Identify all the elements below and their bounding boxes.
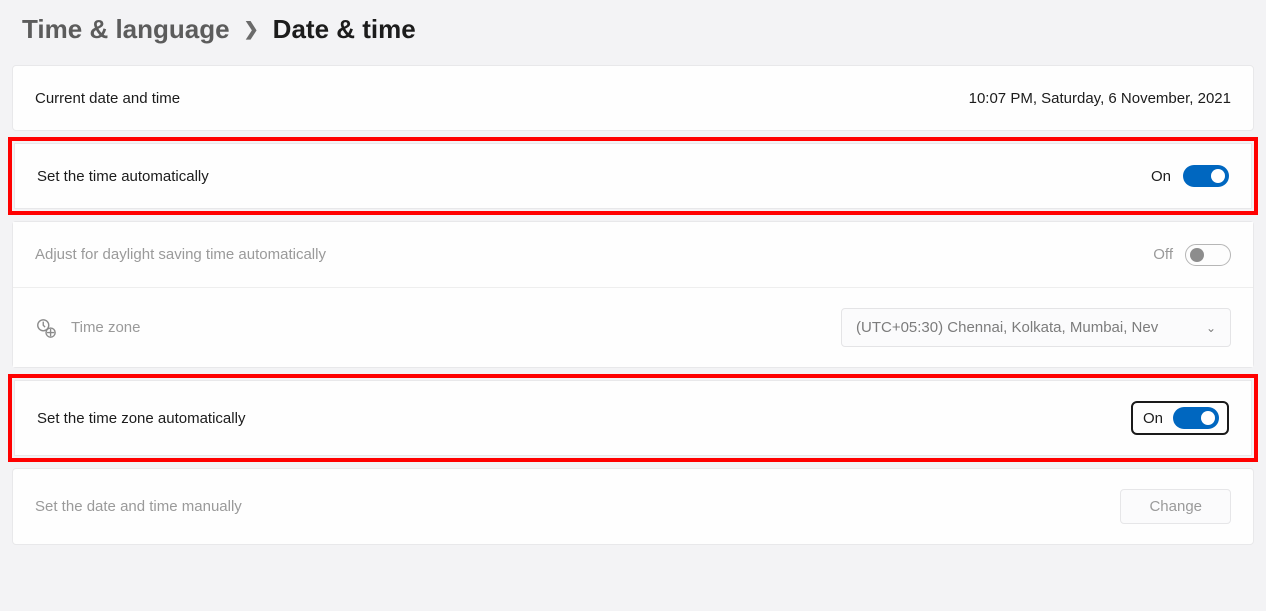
auto-time-row: Set the time automatically On xyxy=(14,143,1252,209)
current-datetime-value: 10:07 PM, Saturday, 6 November, 2021 xyxy=(969,90,1231,107)
dst-control: Off xyxy=(1153,244,1231,266)
timezone-row: Time zone (UTC+05:30) Chennai, Kolkata, … xyxy=(13,288,1253,367)
dst-label: Adjust for daylight saving time automati… xyxy=(35,246,326,263)
auto-timezone-label: Set the time zone automatically xyxy=(37,410,245,427)
highlight-auto-time: Set the time automatically On xyxy=(8,137,1258,215)
timezone-selected-value: (UTC+05:30) Chennai, Kolkata, Mumbai, Ne… xyxy=(856,319,1158,336)
current-datetime-label: Current date and time xyxy=(35,90,180,107)
auto-time-control: On xyxy=(1151,165,1229,187)
auto-time-state: On xyxy=(1151,168,1171,185)
chevron-right-icon: ❯ xyxy=(244,19,259,40)
auto-time-toggle[interactable] xyxy=(1183,165,1229,187)
auto-timezone-focus: On xyxy=(1131,401,1229,435)
chevron-down-icon: ⌄ xyxy=(1206,321,1216,335)
manual-row: Set the date and time manually Change xyxy=(12,468,1254,545)
timezone-select: (UTC+05:30) Chennai, Kolkata, Mumbai, Ne… xyxy=(841,308,1231,347)
breadcrumb: Time & language ❯ Date & time xyxy=(0,0,1266,65)
change-button: Change xyxy=(1120,489,1231,524)
dst-state: Off xyxy=(1153,246,1173,263)
auto-timezone-row: Set the time zone automatically On xyxy=(14,380,1252,456)
manual-label: Set the date and time manually xyxy=(35,498,242,515)
auto-time-label: Set the time automatically xyxy=(37,168,209,185)
dst-timezone-group: Adjust for daylight saving time automati… xyxy=(12,221,1254,368)
dst-row: Adjust for daylight saving time automati… xyxy=(13,222,1253,288)
auto-timezone-toggle[interactable] xyxy=(1173,407,1219,429)
auto-timezone-state: On xyxy=(1143,410,1163,427)
globe-clock-icon xyxy=(35,317,57,339)
breadcrumb-current: Date & time xyxy=(273,14,416,45)
timezone-label: Time zone xyxy=(71,319,140,336)
dst-toggle xyxy=(1185,244,1231,266)
current-datetime-row: Current date and time 10:07 PM, Saturday… xyxy=(12,65,1254,131)
breadcrumb-parent[interactable]: Time & language xyxy=(22,14,230,45)
highlight-auto-timezone: Set the time zone automatically On xyxy=(8,374,1258,462)
